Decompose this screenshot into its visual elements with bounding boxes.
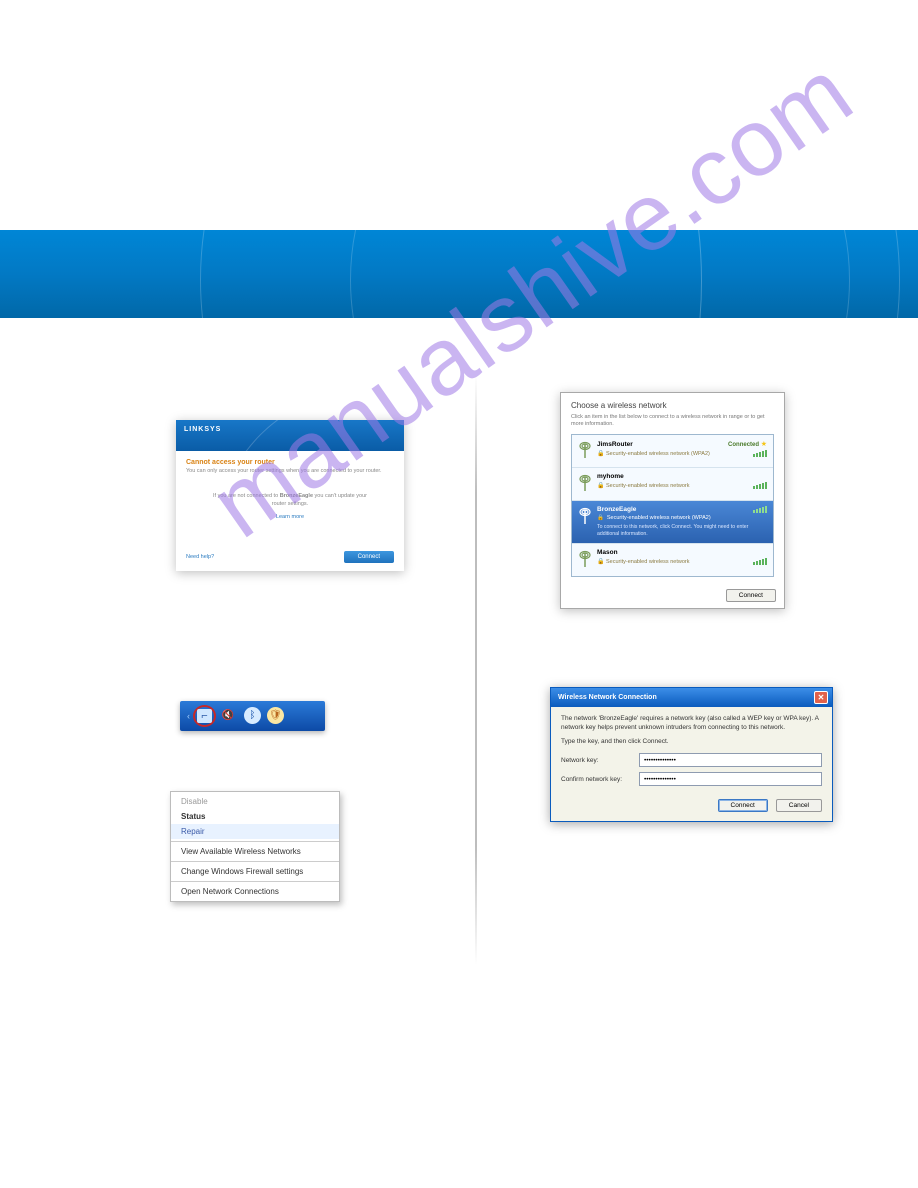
linksys-subtitle: You can only access your router settings… <box>186 468 394 474</box>
ctx-open-connections[interactable]: Open Network Connections <box>171 884 339 899</box>
antenna-icon <box>578 473 592 495</box>
lock-icon: 🔒 <box>597 483 604 489</box>
column-divider <box>475 375 477 965</box>
network-item[interactable]: myhome 🔒 Security-enabled wireless netwo… <box>572 468 773 501</box>
signal-bars-icon <box>753 506 767 513</box>
network-key-label: Network key: <box>561 757 639 764</box>
lock-icon: 🔒 <box>597 559 604 565</box>
key-cancel-button[interactable]: Cancel <box>776 799 822 812</box>
connect-button[interactable]: Connect <box>726 589 776 602</box>
lock-icon: 🔒 <box>597 515 604 521</box>
network-key-field[interactable] <box>639 753 822 767</box>
wl-title: Choose a wireless network <box>571 401 774 410</box>
dialog-title: Wireless Network Connection <box>558 694 657 701</box>
network-context-menu: Disable Status Repair View Available Wir… <box>170 791 340 902</box>
learn-more-link[interactable]: Learn more <box>210 513 370 521</box>
lock-icon: 🔒 <box>597 451 604 457</box>
network-name: BronzeEagle <box>597 506 636 513</box>
connect-note: To connect to this network, click Connec… <box>597 524 767 538</box>
security-label: Security-enabled wireless network <box>606 559 689 565</box>
volume-muted-icon[interactable]: 🔇 <box>218 706 238 725</box>
network-item-selected[interactable]: BronzeEagle 🔒 Security-enabled wireless … <box>572 501 773 544</box>
star-icon: ★ <box>761 441 767 448</box>
ctx-view-networks[interactable]: View Available Wireless Networks <box>171 844 339 859</box>
signal-bars-icon <box>753 558 767 565</box>
linksys-msg-before: If you are not connected to <box>213 493 278 499</box>
security-label: Security-enabled wireless network <box>606 483 689 489</box>
network-name: Mason <box>597 549 767 556</box>
network-item[interactable]: Mason 🔒 Security-enabled wireless networ… <box>572 544 773 576</box>
antenna-icon <box>578 440 592 462</box>
connected-status: Connected <box>728 442 759 448</box>
dialog-titlebar: Wireless Network Connection ✕ <box>551 688 832 707</box>
key-prompt: Type the key, and then click Connect. <box>561 738 822 747</box>
wl-subtitle: Click an item in the list below to conne… <box>571 414 774 428</box>
need-help-link[interactable]: Need help? <box>186 554 214 560</box>
linksys-title: Cannot access your router <box>186 459 394 466</box>
bluetooth-icon[interactable]: ᛒ <box>244 707 261 724</box>
wireless-network-list: JimsRouter Connected ★ 🔒 Security-enable… <box>571 434 774 577</box>
confirm-key-label: Confirm network key: <box>561 776 639 783</box>
security-label: Security-enabled wireless network (WPA2) <box>606 451 710 457</box>
linksys-header: LINKSYS <box>176 420 404 451</box>
ctx-firewall[interactable]: Change Windows Firewall settings <box>171 864 339 879</box>
confirm-key-field[interactable] <box>639 772 822 786</box>
choose-network-window: Choose a wireless network Click an item … <box>560 392 785 609</box>
signal-bars-icon <box>753 482 767 489</box>
network-name: myhome <box>597 473 767 480</box>
network-key-dialog: Wireless Network Connection ✕ The networ… <box>550 687 833 822</box>
security-shield-icon[interactable]: 🛡 <box>267 707 284 724</box>
key-description: The network 'BronzeEagle' requires a net… <box>561 715 822 733</box>
network-name: JimsRouter <box>597 441 633 448</box>
linksys-card: LINKSYS Cannot access your router You ca… <box>176 420 404 571</box>
antenna-icon <box>578 506 592 528</box>
system-tray: ‹ ⌐ 🔇 ᛒ 🛡 <box>180 701 325 731</box>
linksys-msg-network: BronzeEagle <box>280 493 313 499</box>
close-icon[interactable]: ✕ <box>814 691 828 704</box>
signal-bars-icon <box>753 450 767 457</box>
key-connect-button[interactable]: Connect <box>718 799 768 812</box>
ctx-disable[interactable]: Disable <box>171 794 339 809</box>
ctx-repair[interactable]: Repair <box>171 824 339 839</box>
ctx-status[interactable]: Status <box>171 809 339 824</box>
network-tray-icon[interactable]: ⌐ <box>193 705 216 727</box>
ctx-sep-3 <box>171 881 339 882</box>
linksys-connect-button[interactable]: Connect <box>344 551 394 563</box>
security-label: Security-enabled wireless network (WPA2) <box>607 515 711 521</box>
ctx-sep-1 <box>171 841 339 842</box>
linksys-brand: LINKSYS <box>184 426 221 433</box>
ctx-sep-2 <box>171 861 339 862</box>
network-item[interactable]: JimsRouter Connected ★ 🔒 Security-enable… <box>572 435 773 468</box>
antenna-icon <box>578 549 592 571</box>
page-banner <box>0 230 918 318</box>
